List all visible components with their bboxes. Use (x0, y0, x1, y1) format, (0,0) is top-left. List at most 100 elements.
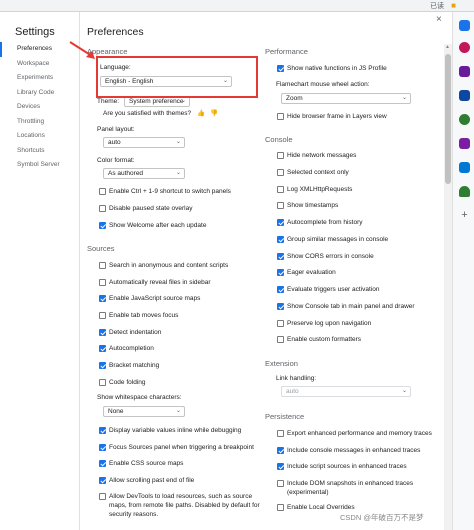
option-reveal-files[interactable]: Automatically reveal files in sidebar (99, 278, 211, 289)
option-native-functions[interactable]: Show native functions in JS Profile (277, 64, 387, 75)
option-css-source-maps[interactable]: Enable CSS source maps (99, 459, 183, 470)
option-user-activation[interactable]: Evaluate triggers user activation (277, 285, 380, 296)
checkbox[interactable] (277, 269, 284, 276)
checkbox[interactable] (277, 236, 284, 243)
puzzle-icon[interactable] (459, 138, 470, 149)
option-show-timestamps[interactable]: Show timestamps (277, 201, 338, 212)
vertical-scrollbar[interactable]: ▲ (444, 44, 452, 530)
option-bracket-matching[interactable]: Bracket matching (99, 361, 159, 372)
option-show-welcome[interactable]: Show Welcome after each update (99, 221, 206, 232)
satisfied-themes-link[interactable]: Are you satisfied with themes? (103, 110, 191, 117)
option-cors-errors[interactable]: Show CORS errors in console (277, 252, 374, 263)
option-include-dom[interactable]: Include DOM snapshots in enhanced traces… (277, 479, 437, 499)
option-autocomplete-history[interactable]: Autocomplete from history (277, 218, 363, 229)
option-preserve-log[interactable]: Preserve log upon navigation (277, 319, 371, 330)
section-persistence-title: Persistence (265, 412, 305, 421)
option-ctrl-shortcut[interactable]: Enable Ctrl + 1-9 shortcut to switch pan… (99, 187, 231, 198)
checkbox[interactable] (277, 65, 284, 72)
checkbox[interactable] (99, 205, 106, 212)
option-autocompletion[interactable]: Autocompletion (99, 344, 154, 355)
option-log-xhr[interactable]: Log XMLHttpRequests (277, 185, 352, 196)
option-search-anonymous[interactable]: Search in anonymous and content scripts (99, 261, 228, 272)
checkbox[interactable] (277, 303, 284, 310)
color-format-select[interactable]: As authored ⌄ (103, 168, 185, 179)
folder-icon[interactable]: ■ (451, 1, 456, 10)
outlook-icon[interactable] (459, 162, 470, 173)
whitespace-select[interactable]: None ⌄ (103, 406, 185, 417)
checkbox[interactable] (99, 362, 106, 369)
checkbox[interactable] (99, 329, 106, 336)
option-scroll-past-end[interactable]: Allow scrolling past end of file (99, 476, 194, 487)
option-detect-indentation[interactable]: Detect indentation (99, 328, 161, 339)
checkbox[interactable] (99, 444, 106, 451)
checkbox[interactable] (277, 152, 284, 159)
sidebar-item-locations[interactable]: Locations (0, 129, 80, 144)
option-eager-eval[interactable]: Eager evaluation (277, 268, 336, 279)
option-include-sources[interactable]: Include script sources in enhanced trace… (277, 462, 407, 473)
checkbox[interactable] (277, 113, 284, 120)
tree-icon[interactable] (459, 186, 470, 197)
checkbox[interactable] (277, 169, 284, 176)
close-icon[interactable]: × (436, 14, 442, 25)
checkbox[interactable] (277, 463, 284, 470)
option-custom-formatters[interactable]: Enable custom formatters (277, 335, 361, 346)
checkbox[interactable] (99, 379, 106, 386)
option-export-traces[interactable]: Export enhanced performance and memory t… (277, 429, 432, 440)
tag-icon[interactable] (459, 90, 470, 101)
plus-icon[interactable]: + (459, 210, 470, 221)
sidebar-item-symbol-server[interactable]: Symbol Server (0, 158, 80, 173)
option-focus-sources[interactable]: Focus Sources panel when triggering a br… (99, 443, 254, 454)
scrollbar-thumb[interactable] (445, 54, 451, 184)
checkbox[interactable] (99, 312, 106, 319)
person-icon[interactable] (459, 42, 470, 53)
sidebar-item-throttling[interactable]: Throttling (0, 115, 80, 130)
checkbox[interactable] (99, 279, 106, 286)
checkbox[interactable] (99, 460, 106, 467)
ai-icon[interactable] (459, 114, 470, 125)
checkbox[interactable] (277, 480, 284, 487)
option-code-folding[interactable]: Code folding (99, 378, 146, 389)
scroll-up-icon[interactable]: ▲ (445, 44, 450, 50)
sidebar-item-shortcuts[interactable]: Shortcuts (0, 144, 80, 159)
checkbox[interactable] (99, 222, 106, 229)
option-include-console[interactable]: Include console messages in enhanced tra… (277, 446, 420, 457)
option-hide-network[interactable]: Hide network messages (277, 151, 356, 162)
checkbox[interactable] (277, 186, 284, 193)
checkbox[interactable] (99, 345, 106, 352)
sidebar-item-experiments[interactable]: Experiments (0, 71, 80, 86)
thumbs-down-icon[interactable]: 👎 (210, 109, 218, 117)
checkbox[interactable] (99, 477, 106, 484)
checkbox[interactable] (99, 427, 106, 434)
option-js-source-maps[interactable]: Enable JavaScript source maps (99, 294, 200, 305)
option-inline-values[interactable]: Display variable values inline while deb… (99, 426, 241, 437)
bag-icon[interactable] (459, 66, 470, 77)
checkbox[interactable] (277, 504, 284, 511)
option-disable-paused-overlay[interactable]: Disable paused state overlay (99, 204, 192, 215)
checkbox[interactable] (99, 493, 106, 500)
link-handling-select[interactable]: auto ⌄ (281, 386, 411, 397)
checkbox[interactable] (99, 188, 106, 195)
checkbox[interactable] (277, 202, 284, 209)
option-console-tab[interactable]: Show Console tab in main panel and drawe… (277, 302, 415, 313)
sidebar-item-devices[interactable]: Devices (0, 100, 80, 115)
option-selected-context[interactable]: Selected context only (277, 168, 349, 179)
checkbox[interactable] (277, 447, 284, 454)
panel-layout-select[interactable]: auto ⌄ (103, 137, 185, 148)
checkbox[interactable] (277, 336, 284, 343)
checkbox[interactable] (277, 286, 284, 293)
search-icon[interactable] (459, 20, 470, 31)
checkbox[interactable] (277, 430, 284, 437)
checkbox[interactable] (277, 219, 284, 226)
checkbox[interactable] (99, 262, 106, 269)
whitespace-label: Show whitespace characters: (97, 394, 182, 401)
checkbox[interactable] (277, 253, 284, 260)
option-group-similar[interactable]: Group similar messages in console (277, 235, 388, 246)
checkbox[interactable] (277, 320, 284, 327)
flamechart-select[interactable]: Zoom ⌄ (281, 93, 411, 104)
option-hide-browser-frame[interactable]: Hide browser frame in Layers view (277, 112, 387, 123)
checkbox[interactable] (99, 295, 106, 302)
option-tab-moves-focus[interactable]: Enable tab moves focus (99, 311, 178, 322)
option-remote-resources[interactable]: Allow DevTools to load resources, such a… (99, 492, 267, 522)
sidebar-item-library-code[interactable]: Library Code (0, 86, 80, 101)
thumbs-up-icon[interactable]: 👍 (197, 109, 205, 117)
